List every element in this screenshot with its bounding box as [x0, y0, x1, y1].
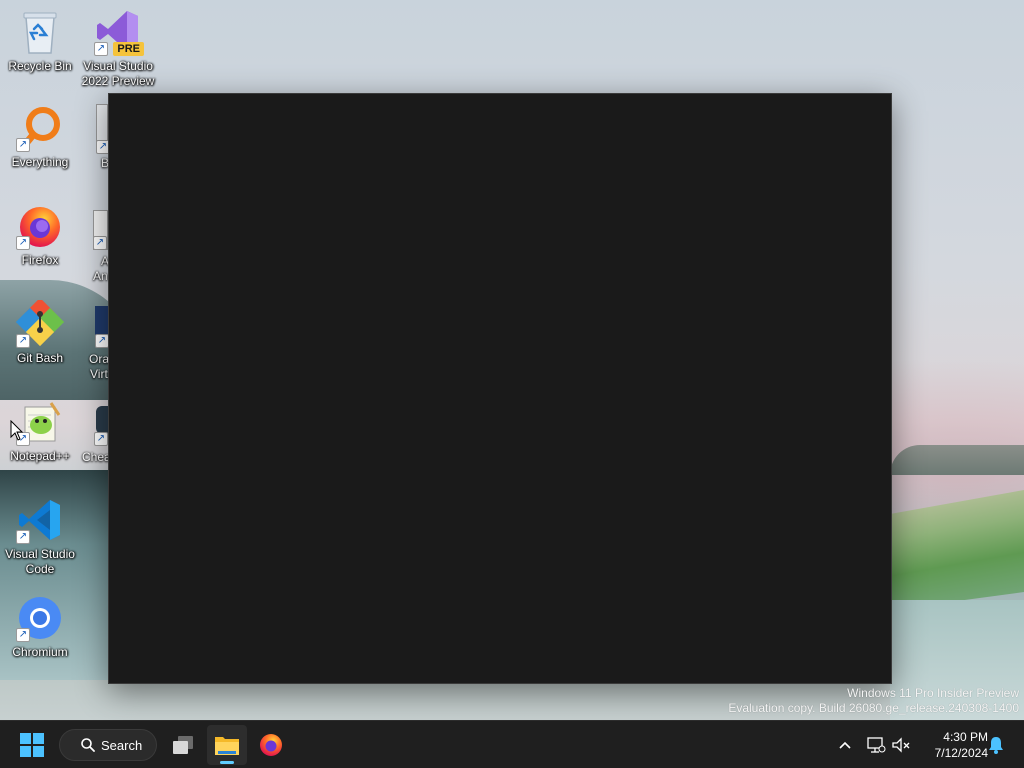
firefox-taskbar-button[interactable] [251, 725, 291, 765]
partial-icon-label: Ora [89, 352, 110, 366]
desktop-icon-label: Chromium [12, 645, 68, 659]
file-explorer-taskbar-button[interactable] [207, 725, 247, 765]
wallpaper-hill-right [890, 445, 1024, 475]
wallpaper-field-right [890, 490, 1024, 610]
git-bash-icon: ↗ [16, 300, 64, 348]
chevron-up-icon [839, 741, 851, 749]
search-icon [81, 738, 95, 752]
desktop-icon-label: Everything [11, 155, 69, 169]
desktop-icon-label: Visual Studio 2022 Preview [81, 59, 155, 88]
taskbar-clock[interactable]: 4:30 PM 7/12/2024 [918, 729, 988, 761]
search-label: Search [101, 737, 143, 753]
everything-search-icon: ↗ [16, 104, 64, 152]
taskbar-search-button[interactable]: Search [59, 729, 157, 761]
desktop-icon-label: Visual Studio Code [5, 547, 75, 576]
file-explorer-icon [215, 737, 239, 755]
partial-icon-label: Chea [82, 450, 111, 464]
clock-date: 7/12/2024 [934, 746, 988, 760]
network-button[interactable] [864, 733, 888, 757]
bell-icon [989, 737, 1003, 754]
shortcut-arrow-icon: ↗ [16, 138, 30, 152]
desktop-icon-everything[interactable]: ↗ Everything [0, 104, 80, 170]
network-disconnected-icon [867, 737, 886, 753]
clock-time: 4:30 PM [943, 730, 988, 744]
desktop-icon-git-bash[interactable]: ↗ Git Bash [0, 300, 80, 366]
partial-icon-label: An [93, 269, 108, 283]
shortcut-arrow-icon: ↗ [95, 334, 109, 348]
partial-desktop-icon [96, 406, 108, 434]
recycle-bin-icon [16, 8, 64, 56]
start-icon [20, 733, 44, 757]
shortcut-arrow-icon: ↗ [94, 432, 108, 446]
desktop-icon-recycle-bin[interactable]: Recycle Bin [0, 8, 80, 74]
watermark-edition: Windows 11 Pro Insider Preview [847, 686, 1019, 700]
desktop-icon-firefox[interactable]: ↗ Firefox [0, 202, 80, 268]
partial-desktop-icon [95, 306, 108, 336]
notifications-button[interactable] [984, 733, 1008, 757]
partial-icon-label: Virt [90, 367, 108, 381]
desktop-icon-visual-studio-2022-preview[interactable]: PRE ↗ Visual Studio 2022 Preview [78, 8, 158, 89]
desktop-icon-label: Git Bash [16, 351, 64, 365]
firefox-icon: ↗ [16, 202, 64, 250]
shortcut-arrow-icon: ↗ [16, 334, 30, 348]
chromium-icon: ↗ [16, 594, 64, 642]
volume-button[interactable] [889, 733, 913, 757]
show-hidden-icons-button[interactable] [833, 733, 857, 757]
shortcut-arrow-icon: ↗ [93, 236, 107, 250]
taskbar: Search 4:30 PM 7/12/2024 [0, 720, 1024, 768]
watermark-build: Evaluation copy. Build 26080.ge_release.… [728, 701, 1019, 715]
desktop-icon-label: Recycle Bin [8, 59, 72, 73]
shortcut-arrow-icon: ↗ [16, 530, 30, 544]
desktop-icon-vscode[interactable]: ↗ Visual Studio Code [0, 496, 80, 577]
firefox-icon [260, 734, 282, 756]
desktop-icon-label: Firefox [21, 253, 59, 267]
shortcut-arrow-icon: ↗ [16, 628, 30, 642]
desktop-icon-chromium[interactable]: ↗ Chromium [0, 594, 80, 660]
blank-app-window[interactable] [108, 93, 892, 684]
task-view-button[interactable] [163, 725, 203, 765]
desktop-icon-label: Notepad++ [10, 449, 70, 463]
evaluation-watermark: Windows 11 Pro Insider Preview Evaluatio… [728, 686, 1019, 716]
volume-muted-icon [892, 737, 910, 753]
vscode-icon: ↗ [16, 496, 64, 544]
preview-badge: PRE [113, 42, 144, 56]
task-view-icon [173, 736, 193, 754]
visual-studio-icon: PRE ↗ [94, 8, 144, 56]
mouse-cursor-icon [10, 420, 24, 441]
start-button[interactable] [12, 725, 52, 765]
shortcut-arrow-icon: ↗ [94, 42, 108, 56]
shortcut-arrow-icon: ↗ [16, 236, 30, 250]
